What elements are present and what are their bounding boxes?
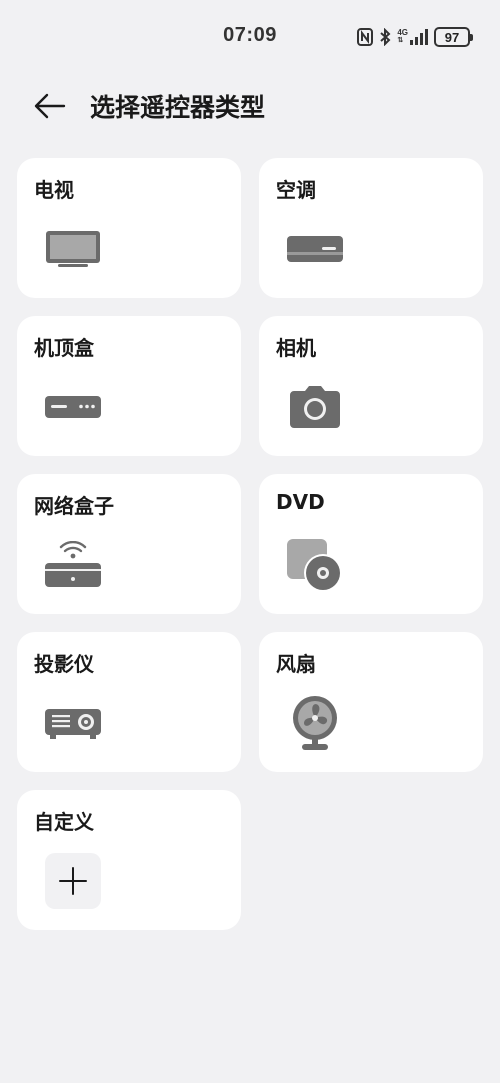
device-card-dvd[interactable]: DVD	[259, 474, 483, 614]
device-card-camera[interactable]: 相机	[259, 316, 483, 456]
device-card-air-conditioner[interactable]: 空调	[259, 158, 483, 298]
device-type-grid: 电视 空调 机顶盒 相机 网络盒子 DVD 投影仪 风扇 自定义	[17, 158, 483, 930]
nfc-icon	[357, 28, 374, 46]
battery-icon: 97	[434, 27, 473, 47]
header: 选择遥控器类型	[0, 78, 500, 132]
plus-icon	[59, 867, 87, 895]
dvd-icon	[285, 536, 345, 594]
device-card-fan[interactable]: 风扇	[259, 632, 483, 772]
device-label: 自定义	[34, 810, 94, 834]
bluetooth-icon	[379, 28, 391, 46]
battery-level: 97	[444, 29, 460, 45]
fan-icon	[285, 694, 345, 752]
projector-icon	[43, 694, 103, 752]
camera-icon	[285, 378, 345, 436]
arrow-left-icon	[34, 93, 66, 119]
device-label: 空调	[276, 178, 316, 202]
add-custom-button[interactable]	[45, 853, 101, 909]
device-label: 风扇	[276, 652, 316, 676]
status-icons: 4G ⇅ 97	[357, 25, 473, 49]
network-type: 4G	[397, 28, 408, 37]
set-top-box-icon	[43, 378, 103, 436]
device-label: 投影仪	[34, 652, 94, 676]
device-card-projector[interactable]: 投影仪	[17, 632, 241, 772]
device-label: DVD	[276, 490, 325, 514]
status-bar: 07:09 4G ⇅ 97	[0, 0, 500, 72]
device-label: 电视	[34, 178, 74, 202]
data-arrows-icon: ⇅	[397, 37, 404, 44]
tv-icon	[43, 220, 103, 278]
device-card-tv[interactable]: 电视	[17, 158, 241, 298]
device-label: 网络盒子	[34, 494, 114, 518]
signal-icon: 4G ⇅	[397, 29, 428, 45]
page-title: 选择遥控器类型	[90, 93, 266, 122]
device-card-custom[interactable]: 自定义	[17, 790, 241, 930]
device-card-network-box[interactable]: 网络盒子	[17, 474, 241, 614]
device-label: 相机	[276, 336, 316, 360]
back-button[interactable]	[28, 86, 72, 126]
network-box-icon	[43, 536, 103, 594]
air-conditioner-icon	[285, 220, 345, 278]
device-card-set-top-box[interactable]: 机顶盒	[17, 316, 241, 456]
device-label: 机顶盒	[34, 336, 94, 360]
